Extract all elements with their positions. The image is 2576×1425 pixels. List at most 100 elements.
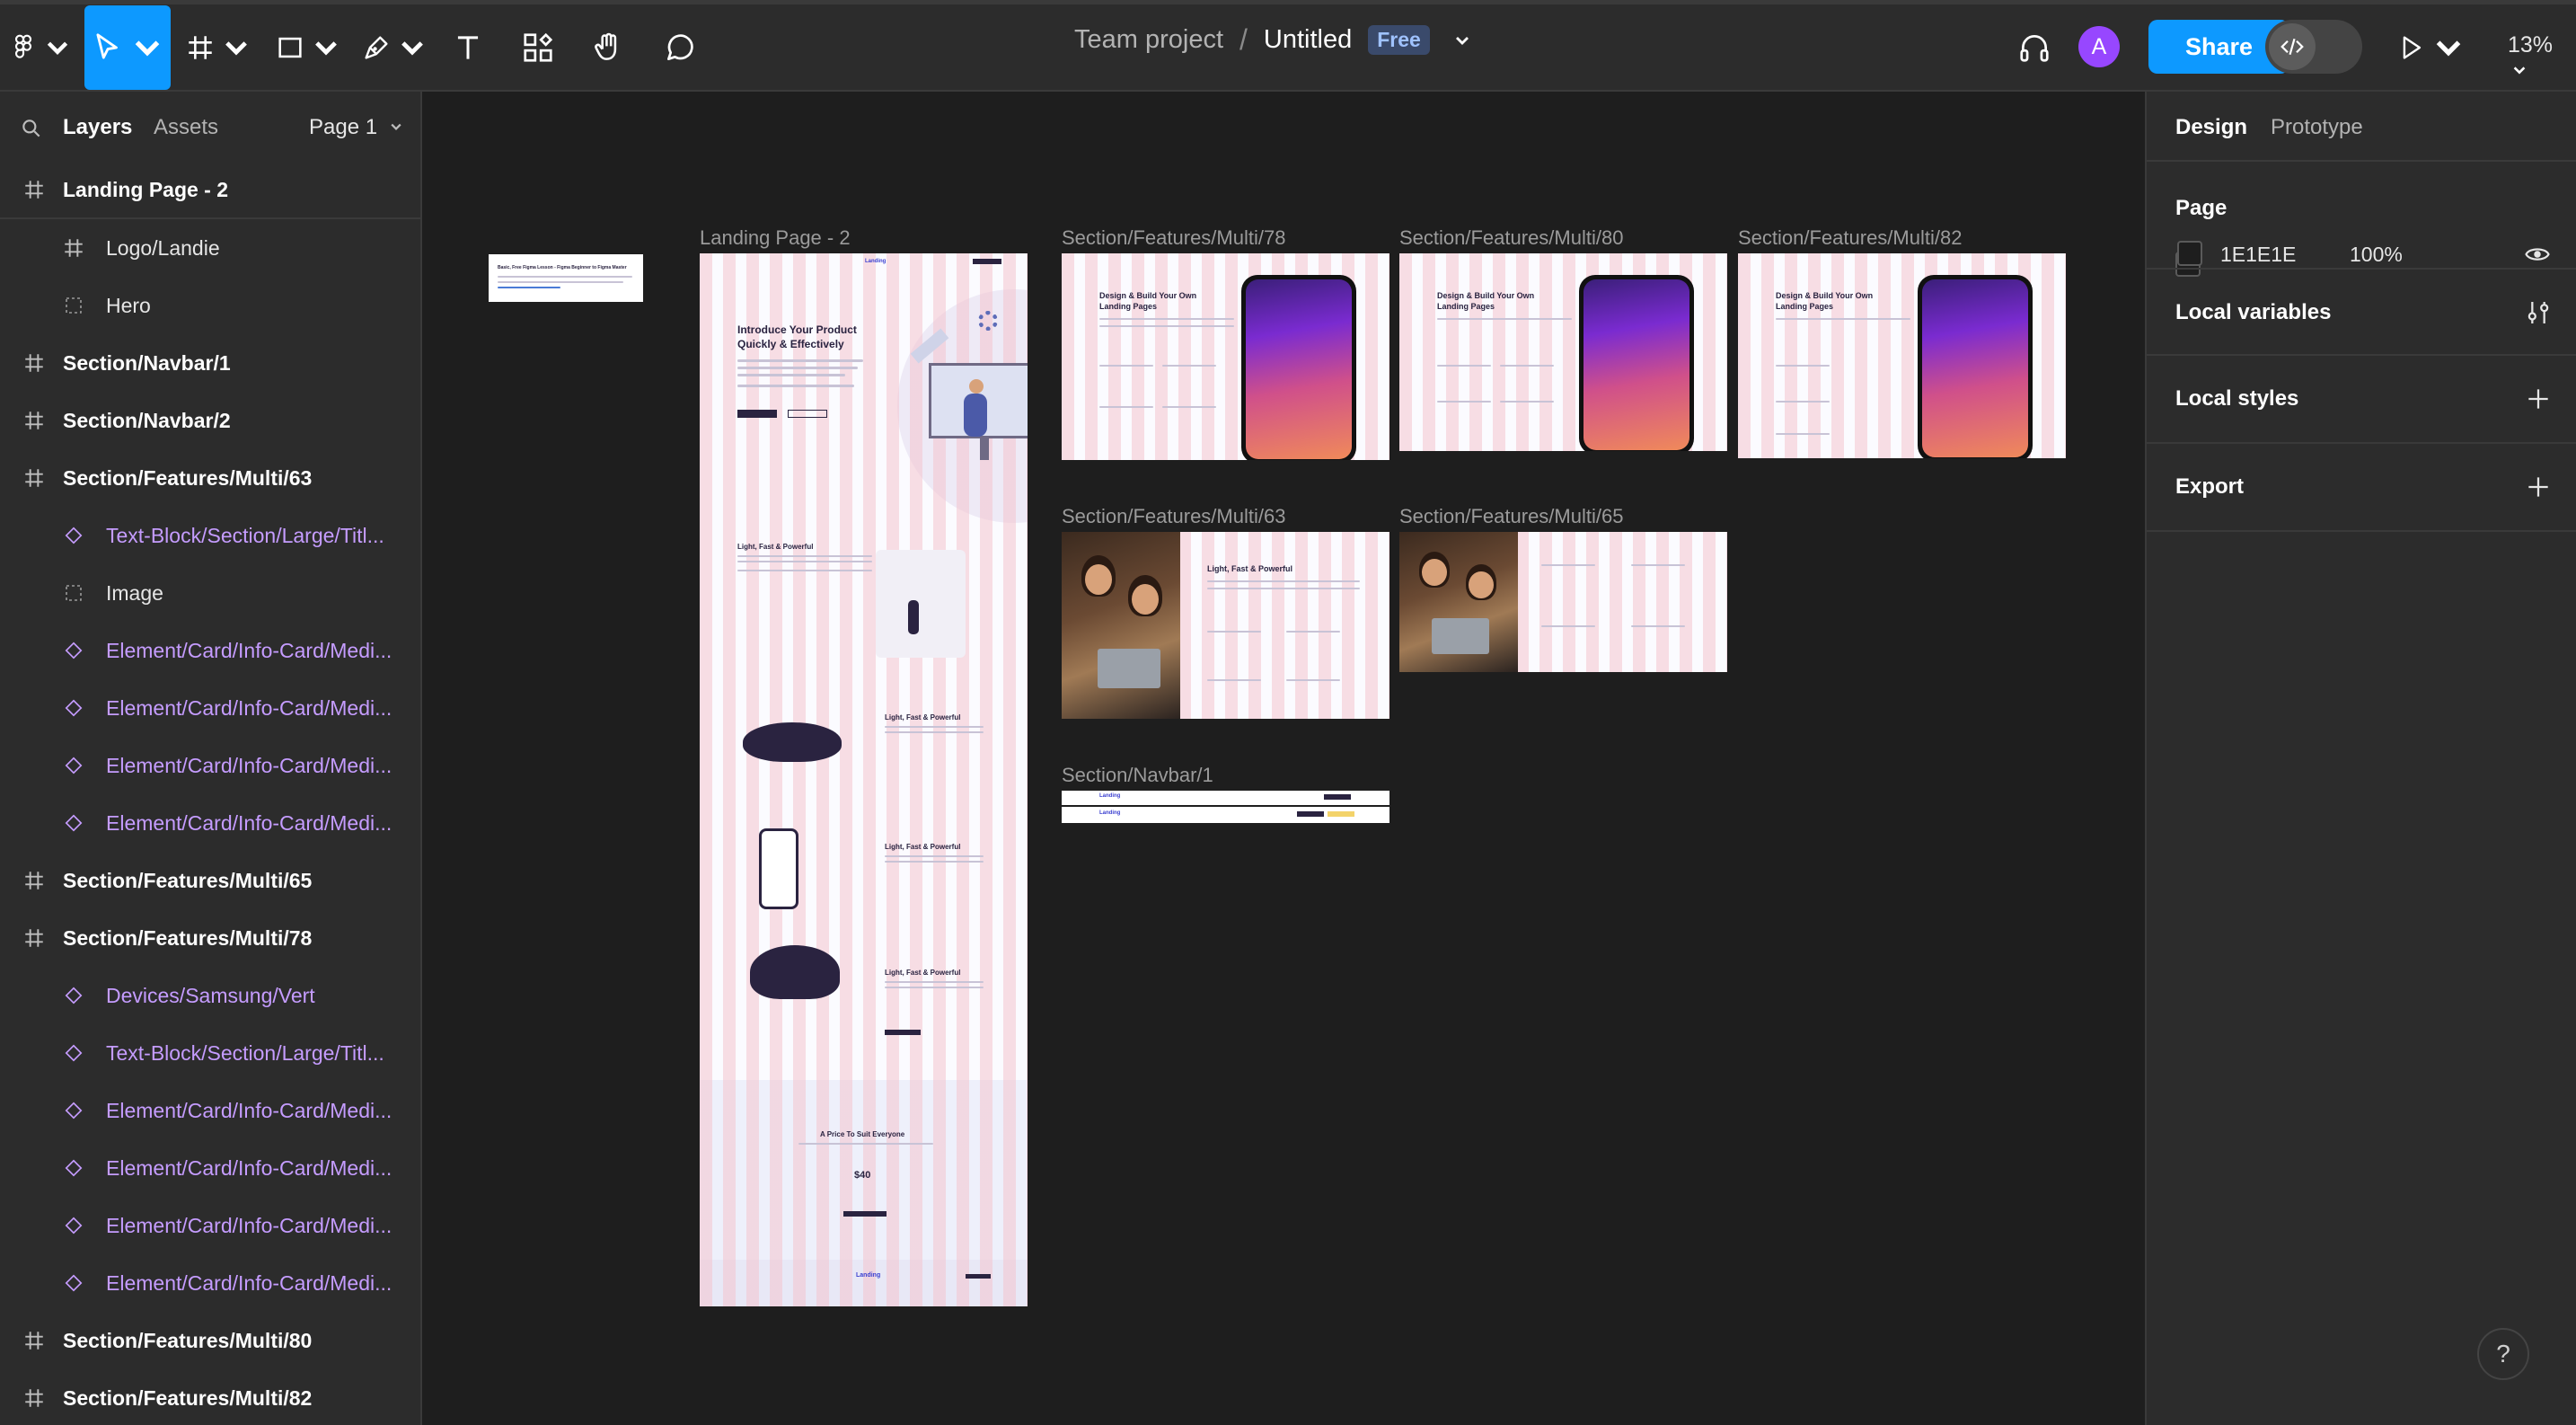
photo-laptop [1432, 618, 1489, 654]
hero-person [964, 394, 987, 437]
frame-multi-63[interactable]: Light, Fast & Powerful [1062, 532, 1389, 719]
note-line [498, 281, 623, 283]
frame-multi-80[interactable]: Design & Build Your Own Landing Pages [1399, 253, 1727, 451]
layer-row[interactable]: Element/Card/Info-Card/Medi... [0, 1197, 420, 1254]
card-text [1541, 625, 1595, 627]
card-text [1286, 631, 1340, 633]
feature-title: Light, Fast & Powerful [1207, 564, 1293, 573]
frame-multi-82[interactable]: Design & Build Your Own Landing Pages [1738, 253, 2066, 458]
feature-heading-2: Landing Pages [1437, 302, 1495, 311]
user-avatar[interactable]: A [2078, 26, 2120, 67]
tab-design[interactable]: Design [2175, 115, 2247, 140]
tab-prototype[interactable]: Prototype [2271, 115, 2363, 140]
components-icon [524, 32, 553, 62]
layer-row[interactable]: Section/Features/Multi/78 [0, 909, 420, 967]
tab-layers[interactable]: Layers [63, 115, 132, 140]
layer-row[interactable]: Element/Card/Info-Card/Medi... [0, 622, 420, 679]
design-panel: Design Prototype Page 1E1E1E 100% Local … [2145, 92, 2576, 1425]
audio-button[interactable] [2012, 5, 2057, 90]
plus-icon[interactable] [2524, 473, 2553, 501]
feature-text [1776, 318, 1910, 320]
document-title[interactable]: Untitled [1264, 25, 1352, 55]
page-color-chip[interactable] [2177, 241, 2202, 266]
layer-row[interactable]: Section/Navbar/1 [0, 334, 420, 392]
tab-assets[interactable]: Assets [154, 115, 218, 140]
eye-icon[interactable] [2524, 241, 2551, 268]
hand-tool-button[interactable] [586, 5, 631, 90]
help-button[interactable]: ? [2477, 1328, 2529, 1380]
plus-icon[interactable] [2524, 385, 2553, 413]
frame-label-landing-page-2[interactable]: Landing Page - 2 [700, 226, 851, 250]
card-text [1776, 401, 1830, 403]
main-menu-button[interactable] [9, 5, 72, 90]
layer-row[interactable]: Element/Card/Info-Card/Medi... [0, 794, 420, 852]
note-frame[interactable]: Basic, Free Figma Lesson - Figma Beginne… [489, 254, 643, 302]
layer-row[interactable]: Hero [0, 277, 420, 334]
chevron-down-icon[interactable] [1453, 31, 1471, 49]
layer-row[interactable]: Element/Card/Info-Card/Medi... [0, 1254, 420, 1312]
comment-tool-button[interactable] [657, 5, 702, 90]
sliders-icon[interactable] [2524, 298, 2553, 327]
shape-tool-button[interactable] [275, 5, 341, 90]
dev-mode-toggle[interactable] [2265, 20, 2362, 74]
samsung-device [1241, 275, 1356, 460]
hero-title-1: Introduce Your Product [737, 323, 857, 336]
hero-button-primary [737, 410, 777, 418]
layer-row[interactable]: Section/Features/Multi/80 [0, 1312, 420, 1369]
page-selector[interactable]: Page 1 [309, 115, 403, 140]
text-tool-button[interactable] [446, 5, 490, 90]
feature-text [1207, 580, 1360, 582]
export-section: Export [2147, 444, 2576, 532]
feature-heading-1: Design & Build Your Own [1099, 291, 1197, 300]
frame-tool-button[interactable] [185, 5, 251, 90]
zoom-level[interactable]: 13% [2508, 32, 2576, 84]
frame-navbar-1[interactable]: Landing [1062, 791, 1389, 805]
cursor-icon [96, 33, 118, 59]
layer-row[interactable]: Section/Features/Multi/82 [0, 1369, 420, 1425]
layer-label: Image [106, 580, 163, 605]
present-button[interactable] [2395, 5, 2466, 90]
layer-row[interactable]: Section/Features/Multi/63 [0, 449, 420, 507]
layer-row[interactable]: Image [0, 564, 420, 622]
layer-row[interactable]: Landing Page - 2 [0, 162, 420, 219]
move-tool-button[interactable] [84, 5, 171, 90]
layer-row[interactable]: Element/Card/Info-Card/Medi... [0, 1082, 420, 1139]
page-opacity[interactable]: 100% [2350, 243, 2403, 267]
frame-label-multi-80[interactable]: Section/Features/Multi/80 [1399, 226, 1623, 250]
frame-landing-page-2[interactable]: Landing Introduce Your Product Quickly &… [700, 253, 1028, 1306]
layer-row[interactable]: Text-Block/Section/Large/Titl... [0, 1024, 420, 1082]
feature-text [1099, 318, 1234, 320]
page-color-hex[interactable]: 1E1E1E [2220, 243, 2296, 267]
frame-label-multi-82[interactable]: Section/Features/Multi/82 [1738, 226, 1962, 250]
frame-multi-65[interactable] [1399, 532, 1727, 672]
layer-row[interactable]: Element/Card/Info-Card/Medi... [0, 1139, 420, 1197]
breadcrumb-team[interactable]: Team project [1074, 25, 1223, 55]
layer-row[interactable]: Element/Card/Info-Card/Medi... [0, 679, 420, 737]
layer-row[interactable]: Section/Navbar/2 [0, 392, 420, 449]
card-text [1631, 625, 1685, 627]
note-title: Basic, Free Figma Lesson - Figma Beginne… [498, 265, 627, 270]
layer-row[interactable]: Section/Features/Multi/65 [0, 852, 420, 909]
frame-label-multi-63[interactable]: Section/Features/Multi/63 [1062, 505, 1285, 528]
search-icon[interactable] [20, 117, 43, 140]
hero-button-secondary [788, 410, 827, 418]
layer-row[interactable]: Text-Block/Section/Large/Titl... [0, 507, 420, 564]
team-photo [1062, 532, 1180, 719]
local-variables-title: Local variables [2175, 300, 2332, 324]
frame-label-navbar-1[interactable]: Section/Navbar/1 [1062, 764, 1213, 787]
frame-icon [59, 234, 88, 262]
card-text [1162, 365, 1216, 367]
layer-row[interactable]: Logo/Landie [0, 219, 420, 277]
frame-multi-78[interactable]: Design & Build Your Own Landing Pages [1062, 253, 1389, 460]
layer-row[interactable]: Devices/Samsung/Vert [0, 967, 420, 1024]
frame-label-multi-65[interactable]: Section/Features/Multi/65 [1399, 505, 1623, 528]
resources-tool-button[interactable] [516, 5, 560, 90]
frame-label-multi-78[interactable]: Section/Features/Multi/78 [1062, 226, 1285, 250]
frame-icon [20, 406, 49, 435]
pen-tool-button[interactable] [361, 5, 428, 90]
frame-navbar-2[interactable]: Landing [1062, 807, 1389, 823]
section-icon [59, 579, 88, 607]
frame-icon [189, 36, 212, 59]
layer-row[interactable]: Element/Card/Info-Card/Medi... [0, 737, 420, 794]
canvas[interactable]: Basic, Free Figma Lesson - Figma Beginne… [422, 92, 2145, 1425]
